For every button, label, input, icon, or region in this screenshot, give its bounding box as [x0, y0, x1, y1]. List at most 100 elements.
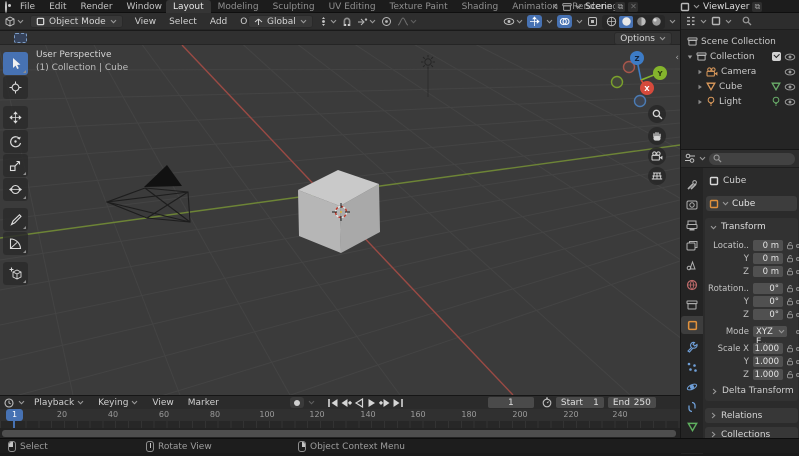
prev-keyframe-button[interactable]	[340, 397, 352, 408]
outliner-search-icon[interactable]	[742, 16, 752, 26]
proportional-editing-toggle[interactable]	[381, 16, 392, 27]
shading-wireframe-button[interactable]	[604, 16, 618, 28]
scale-x-field[interactable]: 1.000	[753, 343, 783, 354]
tab-output-properties[interactable]	[681, 216, 703, 234]
toggle-ortho-button[interactable]	[648, 167, 666, 185]
outliner-row-light[interactable]: Light	[681, 94, 799, 109]
mode-dropdown[interactable]: Object Mode	[30, 15, 123, 28]
sidebar-collapse-icon[interactable]: ‹	[675, 53, 679, 63]
viewlayer-dropdown-icon[interactable]	[693, 4, 700, 9]
rotation-x-lock-icon[interactable]	[786, 284, 794, 293]
breadcrumb-object-name[interactable]: Cube	[723, 176, 746, 186]
scale-x-lock-icon[interactable]	[786, 344, 794, 353]
options-dropdown[interactable]: Options	[614, 32, 672, 45]
current-frame-marker[interactable]: 1	[6, 409, 23, 421]
properties-search-input[interactable]	[709, 152, 795, 165]
tab-viewlayer-properties[interactable]	[681, 236, 703, 254]
proportional-falloff-dropdown[interactable]	[397, 17, 417, 26]
shading-rendered-button[interactable]	[649, 16, 663, 28]
gizmo-dropdown-icon[interactable]	[546, 19, 553, 24]
tab-world-properties[interactable]	[681, 276, 703, 294]
tab-modifier-properties[interactable]	[681, 338, 703, 356]
properties-editor-dropdown-icon[interactable]	[699, 156, 706, 161]
tab-collection-properties[interactable]	[681, 296, 703, 314]
tab-physics-properties[interactable]	[681, 378, 703, 396]
blender-logo-icon[interactable]	[5, 1, 7, 13]
rotation-x-field[interactable]: 0°	[753, 283, 783, 294]
start-frame-field[interactable]: Start 1	[555, 397, 604, 408]
play-reverse-button[interactable]	[353, 397, 365, 408]
play-button[interactable]	[366, 397, 378, 408]
object-name-dropdown-icon[interactable]	[722, 201, 729, 206]
tab-constraint-properties[interactable]	[681, 398, 703, 416]
3d-viewport[interactable]: Z Y X User Perspective (1) Collection | …	[0, 45, 680, 395]
zoom-view-button[interactable]	[648, 105, 666, 123]
scene-delete-button[interactable]: ✕	[628, 1, 639, 12]
tool-rotate[interactable]	[3, 130, 28, 153]
menu-view[interactable]: View	[135, 17, 156, 27]
tab-layout[interactable]: Layout	[166, 0, 211, 13]
shading-dropdown-icon[interactable]	[669, 19, 676, 24]
display-mode-dropdown-icon[interactable]	[725, 19, 732, 24]
outliner-row-cube[interactable]: Cube	[681, 79, 799, 94]
tool-measure[interactable]	[3, 232, 28, 255]
scene-dropdown-icon[interactable]	[575, 4, 582, 9]
rotation-z-field[interactable]: 0°	[753, 309, 783, 320]
tab-object-properties[interactable]	[681, 316, 703, 334]
auto-keying-dropdown-icon[interactable]	[308, 400, 315, 405]
scale-z-lock-icon[interactable]	[786, 370, 794, 379]
tool-move[interactable]	[3, 106, 28, 129]
cube-expand-icon[interactable]	[697, 84, 703, 90]
editor-properties-icon[interactable]	[684, 153, 696, 164]
menu-marker[interactable]: Marker	[188, 398, 219, 408]
tool-cursor[interactable]	[3, 76, 28, 99]
transform-panel-header[interactable]: Transform	[710, 222, 766, 232]
editor-type-button[interactable]	[4, 16, 24, 27]
timeline-track[interactable]	[0, 421, 680, 428]
tab-render-properties[interactable]	[681, 196, 703, 214]
current-frame-field[interactable]: 1	[487, 397, 534, 408]
tabs-scroll-left-icon[interactable]	[553, 3, 558, 10]
tool-transform[interactable]	[3, 178, 28, 201]
tab-modeling[interactable]: Modeling	[211, 0, 266, 13]
scrollbar-handle[interactable]	[2, 430, 676, 437]
location-x-field[interactable]: 0 m	[753, 240, 783, 251]
tool-annotate[interactable]	[3, 208, 28, 231]
relations-panel-header[interactable]: Relations	[705, 408, 798, 423]
tab-texture-paint[interactable]: Texture Paint	[383, 0, 455, 13]
snap-toggle[interactable]	[342, 17, 352, 27]
outliner-editor-dropdown-icon[interactable]	[700, 19, 707, 24]
tab-particle-properties[interactable]	[681, 358, 703, 376]
menu-keying[interactable]: Keying	[98, 398, 138, 408]
timeline-editor-dropdown-icon[interactable]	[18, 400, 25, 405]
next-keyframe-button[interactable]	[379, 397, 391, 408]
tool-scale[interactable]	[3, 154, 28, 177]
tab-shading[interactable]: Shading	[455, 0, 506, 13]
scale-z-field[interactable]: 1.000	[753, 369, 783, 380]
location-x-lock-icon[interactable]	[786, 241, 794, 250]
scale-y-field[interactable]: 1.000	[753, 356, 783, 367]
viewlayer-new-button[interactable]: ⧉	[752, 1, 763, 12]
tool-select-box[interactable]	[3, 52, 28, 75]
object-visibility-dropdown[interactable]	[503, 17, 523, 26]
viewlayer-name[interactable]: ViewLayer	[703, 2, 749, 12]
light-expand-icon[interactable]	[697, 99, 703, 105]
shading-material-button[interactable]	[634, 16, 648, 28]
snap-target-dropdown[interactable]	[357, 17, 376, 27]
scene-name[interactable]: Scene	[585, 2, 612, 12]
rotation-y-field[interactable]: 0°	[753, 296, 783, 307]
collection-expand-icon[interactable]	[687, 54, 693, 60]
pivot-point-dropdown[interactable]	[318, 16, 337, 27]
collection-checkbox[interactable]	[772, 52, 781, 61]
delta-transform-panel-header[interactable]: Delta Transform	[711, 386, 794, 396]
outliner-row-collection[interactable]: Collection	[681, 49, 799, 64]
tool-add-cube[interactable]	[3, 262, 28, 285]
record-button[interactable]	[293, 399, 300, 406]
rotation-z-lock-icon[interactable]	[786, 310, 794, 319]
tab-scene-properties[interactable]	[681, 256, 703, 274]
tab-uv-editing[interactable]: UV Editing	[322, 0, 383, 13]
pan-view-button[interactable]	[648, 127, 666, 145]
outliner-row-camera[interactable]: Camera	[681, 64, 799, 79]
end-frame-field[interactable]: End 250	[607, 397, 656, 408]
transform-orientation-dropdown[interactable]: Global	[248, 15, 313, 28]
